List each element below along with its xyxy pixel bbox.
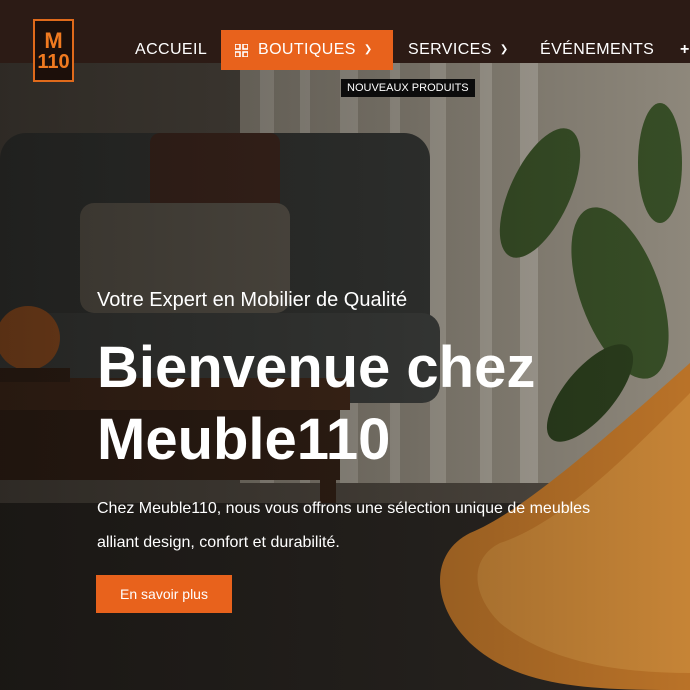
nav-label: SERVICES — [408, 41, 492, 58]
chevron-down-icon: ❯ — [499, 43, 509, 55]
hero-title-line-2: Meuble110 — [97, 407, 391, 472]
site-logo[interactable]: M 110 — [33, 19, 74, 82]
plus-icon: + — [680, 41, 690, 58]
hero-title-line-1: Bienvenue chez — [97, 335, 536, 400]
logo-letter: M — [44, 27, 63, 53]
nav-item-services[interactable]: SERVICES ❯ — [408, 30, 509, 70]
new-products-badge: NOUVEAUX PRODUITS — [341, 79, 475, 97]
nav-label: ACCUEIL — [135, 41, 208, 58]
nav-item-more[interactable]: + — [680, 30, 690, 70]
nav-label: BOUTIQUES — [258, 41, 356, 58]
nav-label: ÉVÉNEMENTS — [540, 41, 655, 58]
nav-item-boutiques[interactable]: BOUTIQUES ❯ — [221, 30, 393, 70]
hero-subtitle: Votre Expert en Mobilier de Qualité — [97, 289, 408, 311]
nav-item-evenements[interactable]: ÉVÉNEMENTS — [540, 30, 654, 70]
hero-title: Bienvenue chez Meuble110 — [97, 332, 637, 476]
nav-item-accueil[interactable]: ACCUEIL — [135, 30, 207, 70]
grid-icon — [235, 43, 248, 57]
chevron-down-icon: ❯ — [363, 43, 373, 55]
hero-description: Chez Meuble110, nous vous offrons une sé… — [97, 500, 591, 551]
learn-more-button[interactable]: En savoir plus — [96, 575, 232, 613]
logo-number: 110 — [37, 50, 70, 73]
